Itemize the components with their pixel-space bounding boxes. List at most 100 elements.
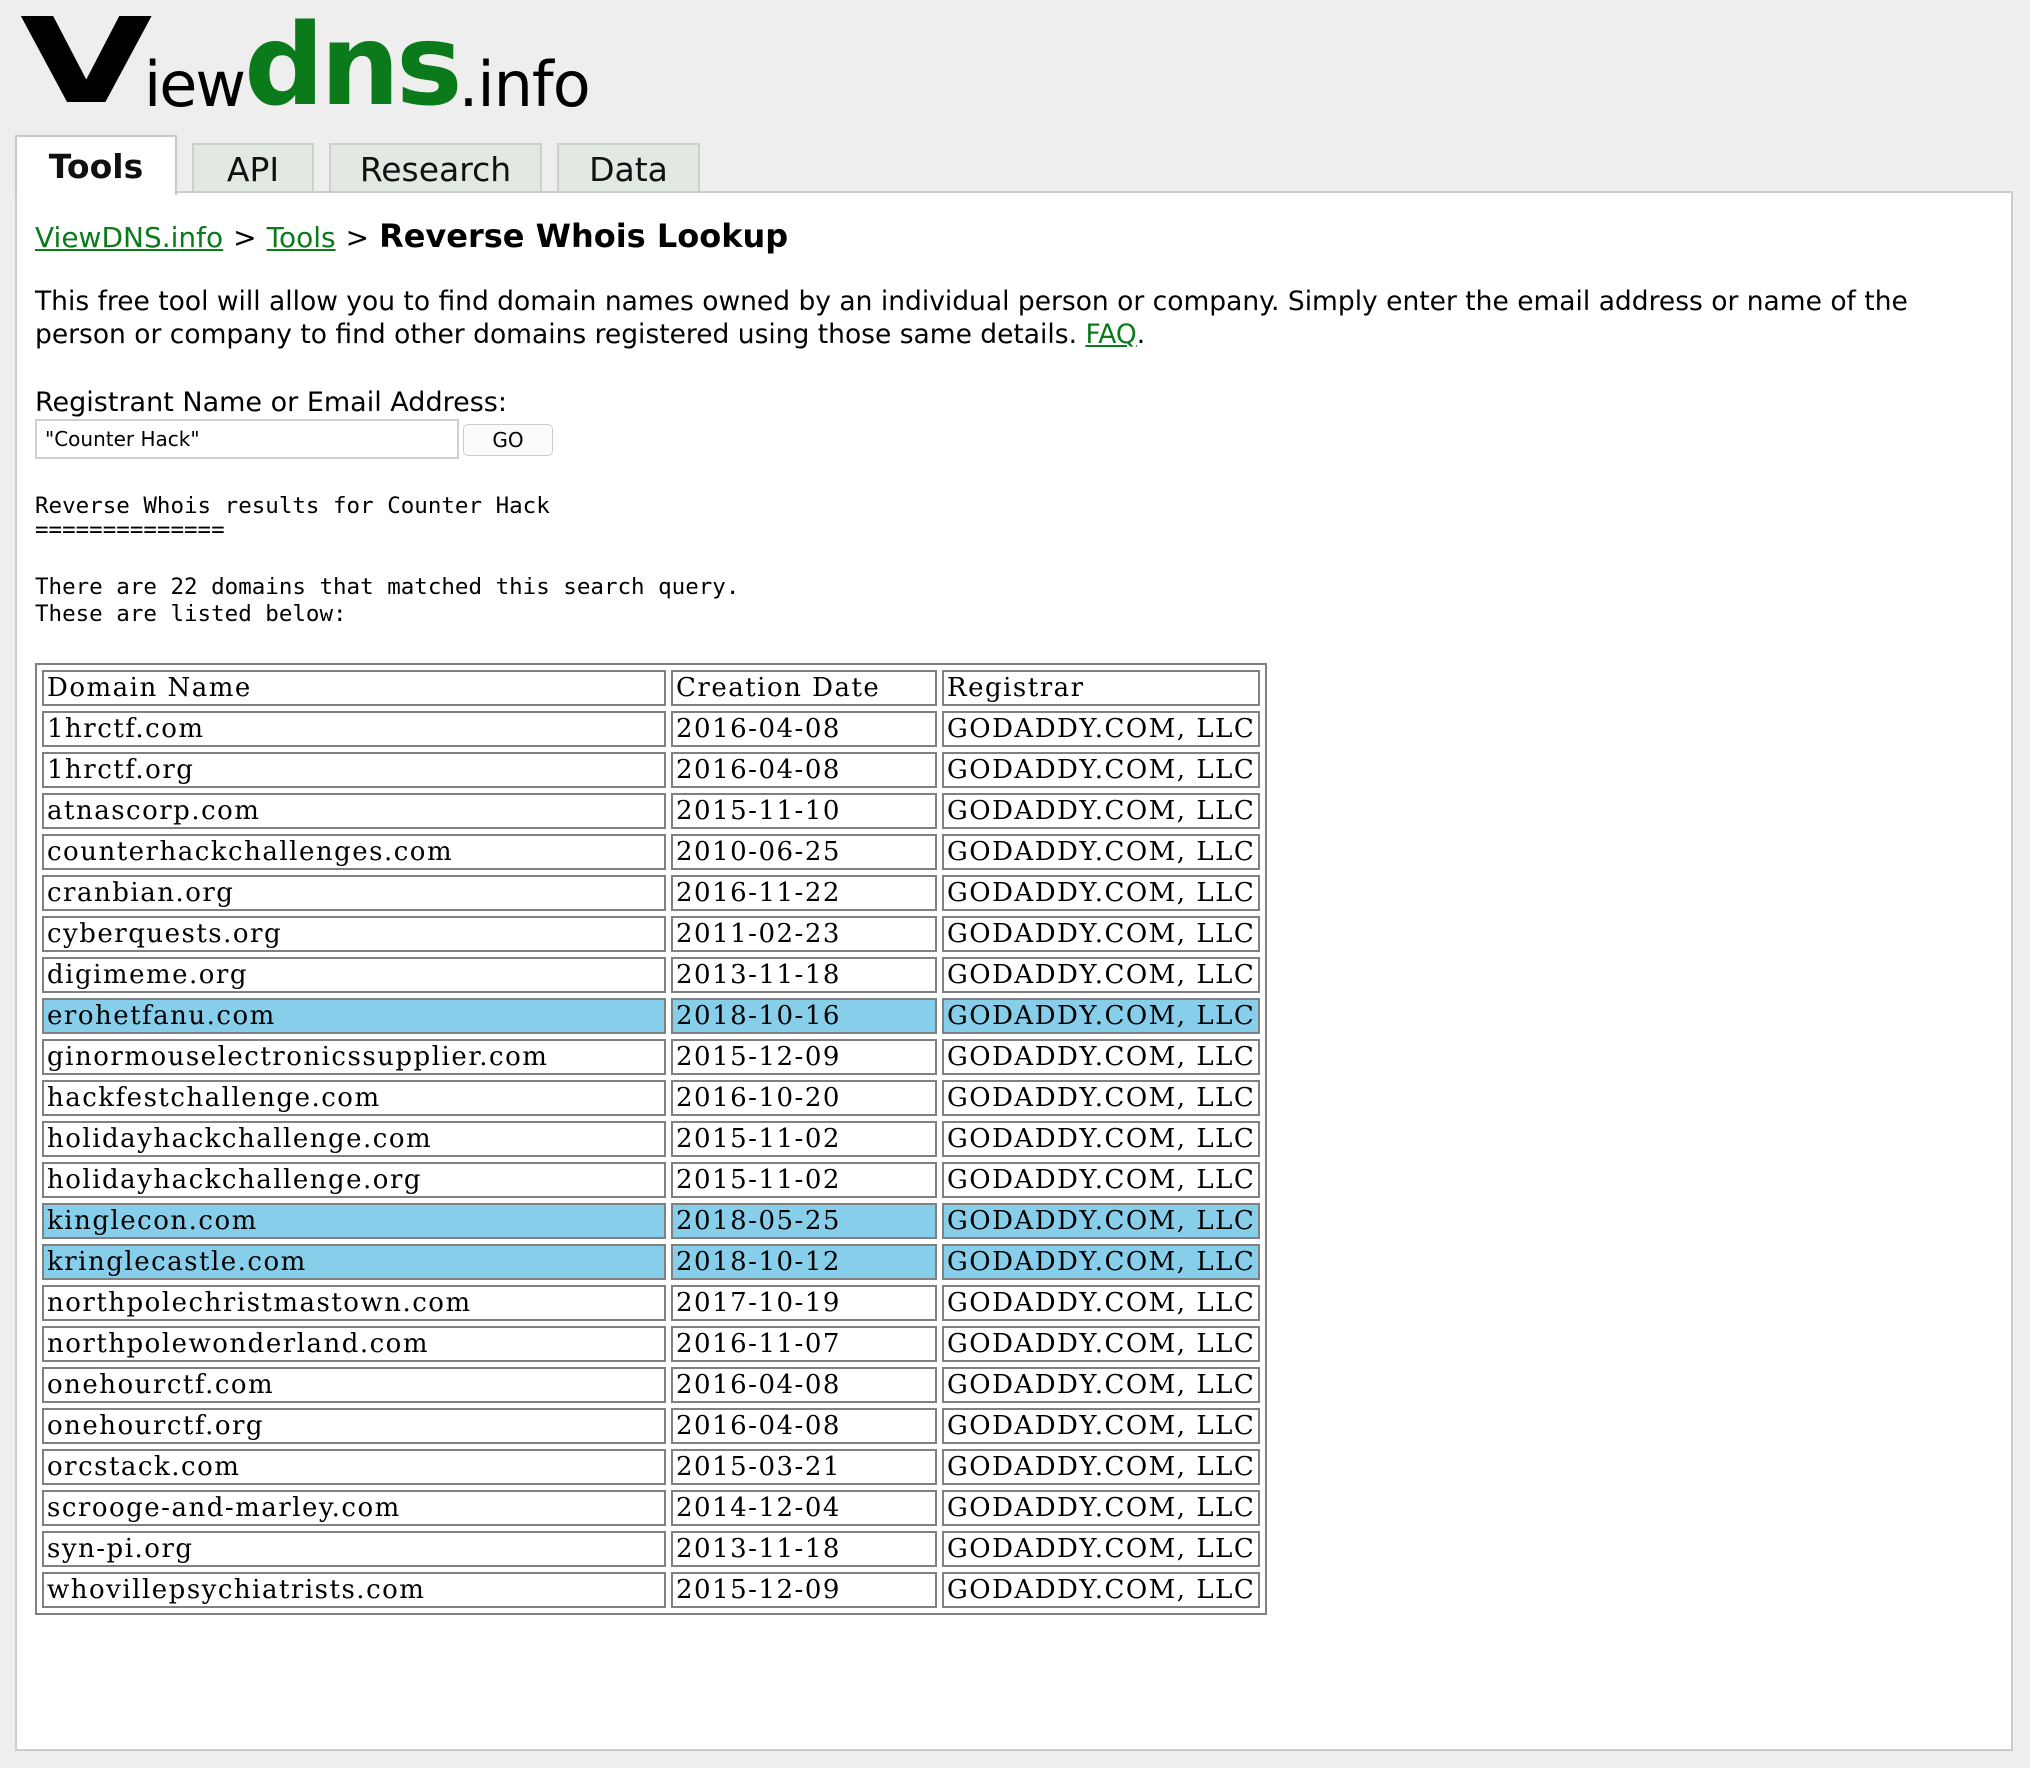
creation-date-cell: 2015-11-02 <box>671 1162 937 1198</box>
site-logo[interactable]: V iew dns .info <box>20 1 591 131</box>
creation-date-cell: 2015-12-09 <box>671 1039 937 1075</box>
results-summary-line1: There are 22 domains that matched this s… <box>35 574 740 600</box>
table-row: kringlecastle.com 2018-10-12 GODADDY.COM, … <box>42 1244 1261 1280</box>
creation-date-cell: 2018-05-25 <box>671 1203 937 1239</box>
creation-date-cell: 2018-10-12 <box>671 1244 937 1280</box>
registrar-cell: GODADDY.COM, LLC <box>942 1531 1261 1567</box>
registrar-cell: GODADDY.COM, LLC <box>942 752 1261 788</box>
domain-cell: cyberquests.org <box>42 916 666 952</box>
registrar-cell: GODADDY.COM, LLC <box>942 1408 1261 1444</box>
creation-date-cell: 2016-04-08 <box>671 1408 937 1444</box>
breadcrumb-home-link[interactable]: ViewDNS.info <box>35 221 223 254</box>
domain-cell: kinglecon.com <box>42 1203 666 1239</box>
creation-date-cell: 2016-11-07 <box>671 1326 937 1362</box>
domain-cell: syn-pi.org <box>42 1531 666 1567</box>
domain-cell: cranbian.org <box>42 875 666 911</box>
domain-cell: kringlecastle.com <box>42 1244 666 1280</box>
registrar-cell: GODADDY.COM, LLC <box>942 1039 1261 1075</box>
registrar-cell: GODADDY.COM, LLC <box>942 1572 1261 1608</box>
domain-cell: erohetfanu.com <box>42 998 666 1034</box>
intro-text: This free tool will allow you to find do… <box>35 285 1995 351</box>
breadcrumb: ViewDNS.info > Tools > Reverse Whois Lookup <box>35 217 788 255</box>
registrar-cell: GODADDY.COM, LLC <box>942 875 1261 911</box>
creation-date-cell: 2015-11-02 <box>671 1121 937 1157</box>
domain-cell: northpolewonderland.com <box>42 1326 666 1362</box>
table-row: 1hrctf.org 2016-04-08 GODADDY.COM, LLC <box>42 752 1261 788</box>
domain-cell: scrooge-and-marley.com <box>42 1490 666 1526</box>
registrar-cell: GODADDY.COM, LLC <box>942 1285 1261 1321</box>
page-title: Reverse Whois Lookup <box>379 217 789 255</box>
creation-date-cell: 2015-03-21 <box>671 1449 937 1485</box>
registrar-cell: GODADDY.COM, LLC <box>942 1244 1261 1280</box>
table-row: holidayhackchallenge.com 2015-11-02 GODADD… <box>42 1121 1261 1157</box>
table-row: hackfestchallenge.com 2016-10-20 GODADDY.C… <box>42 1080 1261 1116</box>
domain-cell: hackfestchallenge.com <box>42 1080 666 1116</box>
results-table: Domain Name Creation Date Registrar 1hrc… <box>35 663 1268 1615</box>
main-tabs: Tools API Research Data <box>15 135 715 195</box>
domain-cell: 1hrctf.com <box>42 711 666 747</box>
results-heading-underline: ============== <box>35 517 225 543</box>
creation-date-cell: 2013-11-18 <box>671 957 937 993</box>
domain-cell: northpolechristmastown.com <box>42 1285 666 1321</box>
registrar-cell: GODADDY.COM, LLC <box>942 1326 1261 1362</box>
tab-api[interactable]: API <box>192 143 314 193</box>
table-row: scrooge-and-marley.com 2014-12-04 GODADDY.… <box>42 1490 1261 1526</box>
breadcrumb-tools-link[interactable]: Tools <box>267 221 336 254</box>
domain-cell: holidayhackchallenge.org <box>42 1162 666 1198</box>
creation-date-cell: 2016-04-08 <box>671 1367 937 1403</box>
table-row: whovillepsychiatrists.com 2015-12-09 GODAD… <box>42 1572 1261 1608</box>
intro-description: This free tool will allow you to find do… <box>35 286 1908 350</box>
table-row: onehourctf.com 2016-04-08 GODADDY.COM, LLC <box>42 1367 1261 1403</box>
registrar-cell: GODADDY.COM, LLC <box>942 793 1261 829</box>
logo-info: .info <box>458 48 591 121</box>
creation-date-cell: 2011-02-23 <box>671 916 937 952</box>
column-header-registrar: Registrar <box>942 670 1261 706</box>
creation-date-cell: 2018-10-16 <box>671 998 937 1034</box>
registrar-cell: GODADDY.COM, LLC <box>942 916 1261 952</box>
domain-cell: atnascorp.com <box>42 793 666 829</box>
table-header-row: Domain Name Creation Date Registrar <box>42 670 1261 706</box>
creation-date-cell: 2015-11-10 <box>671 793 937 829</box>
intro-end: . <box>1136 319 1146 350</box>
domain-cell: 1hrctf.org <box>42 752 666 788</box>
breadcrumb-separator: > <box>345 221 370 254</box>
registrant-label: Registrant Name or Email Address: <box>35 387 507 418</box>
logo-dns: dns <box>244 1 463 131</box>
table-row: holidayhackchallenge.org 2015-11-02 GODADD… <box>42 1162 1261 1198</box>
creation-date-cell: 2015-12-09 <box>671 1572 937 1608</box>
table-row: cranbian.org 2016-11-22 GODADDY.COM, LLC <box>42 875 1261 911</box>
logo-v: V <box>20 0 152 130</box>
breadcrumb-separator: > <box>233 221 257 254</box>
domain-cell: orcstack.com <box>42 1449 666 1485</box>
faq-link[interactable]: FAQ <box>1085 319 1136 350</box>
creation-date-cell: 2016-11-22 <box>671 875 937 911</box>
table-row: northpolewonderland.com 2016-11-07 GODADDY… <box>42 1326 1261 1362</box>
domain-cell: whovillepsychiatrists.com <box>42 1572 666 1608</box>
registrar-cell: GODADDY.COM, LLC <box>942 1490 1261 1526</box>
table-row: digimeme.org 2013-11-18 GODADDY.COM, LLC <box>42 957 1261 993</box>
tab-research[interactable]: Research <box>329 143 542 193</box>
registrar-cell: GODADDY.COM, LLC <box>942 1162 1261 1198</box>
column-header-date: Creation Date <box>671 670 937 706</box>
tab-data[interactable]: Data <box>557 143 700 193</box>
domain-cell: ginormouselectronicssupplier.com <box>42 1039 666 1075</box>
creation-date-cell: 2016-04-08 <box>671 752 937 788</box>
registrar-cell: GODADDY.COM, LLC <box>942 1367 1261 1403</box>
creation-date-cell: 2014-12-04 <box>671 1490 937 1526</box>
go-button[interactable]: GO <box>463 424 553 456</box>
creation-date-cell: 2013-11-18 <box>671 1531 937 1567</box>
table-row: northpolechristmastown.com 2017-10-19 GODA… <box>42 1285 1261 1321</box>
registrant-input[interactable] <box>35 419 459 459</box>
table-row: ginormouselectronicssupplier.com 2015-12-… <box>42 1039 1261 1075</box>
creation-date-cell: 2016-04-08 <box>671 711 937 747</box>
domain-cell: digimeme.org <box>42 957 666 993</box>
registrar-cell: GODADDY.COM, LLC <box>942 1449 1261 1485</box>
creation-date-cell: 2010-06-25 <box>671 834 937 870</box>
registrar-cell: GODADDY.COM, LLC <box>942 998 1261 1034</box>
creation-date-cell: 2016-10-20 <box>671 1080 937 1116</box>
content-panel: ViewDNS.info > Tools > Reverse Whois Lookup … <box>15 191 2013 1751</box>
tab-tools[interactable]: Tools <box>15 135 177 195</box>
table-row: onehourctf.org 2016-04-08 GODADDY.COM, LLC <box>42 1408 1261 1444</box>
table-row: syn-pi.org 2013-11-18 GODADDY.COM, LLC <box>42 1531 1261 1567</box>
domain-cell: counterhackchallenges.com <box>42 834 666 870</box>
